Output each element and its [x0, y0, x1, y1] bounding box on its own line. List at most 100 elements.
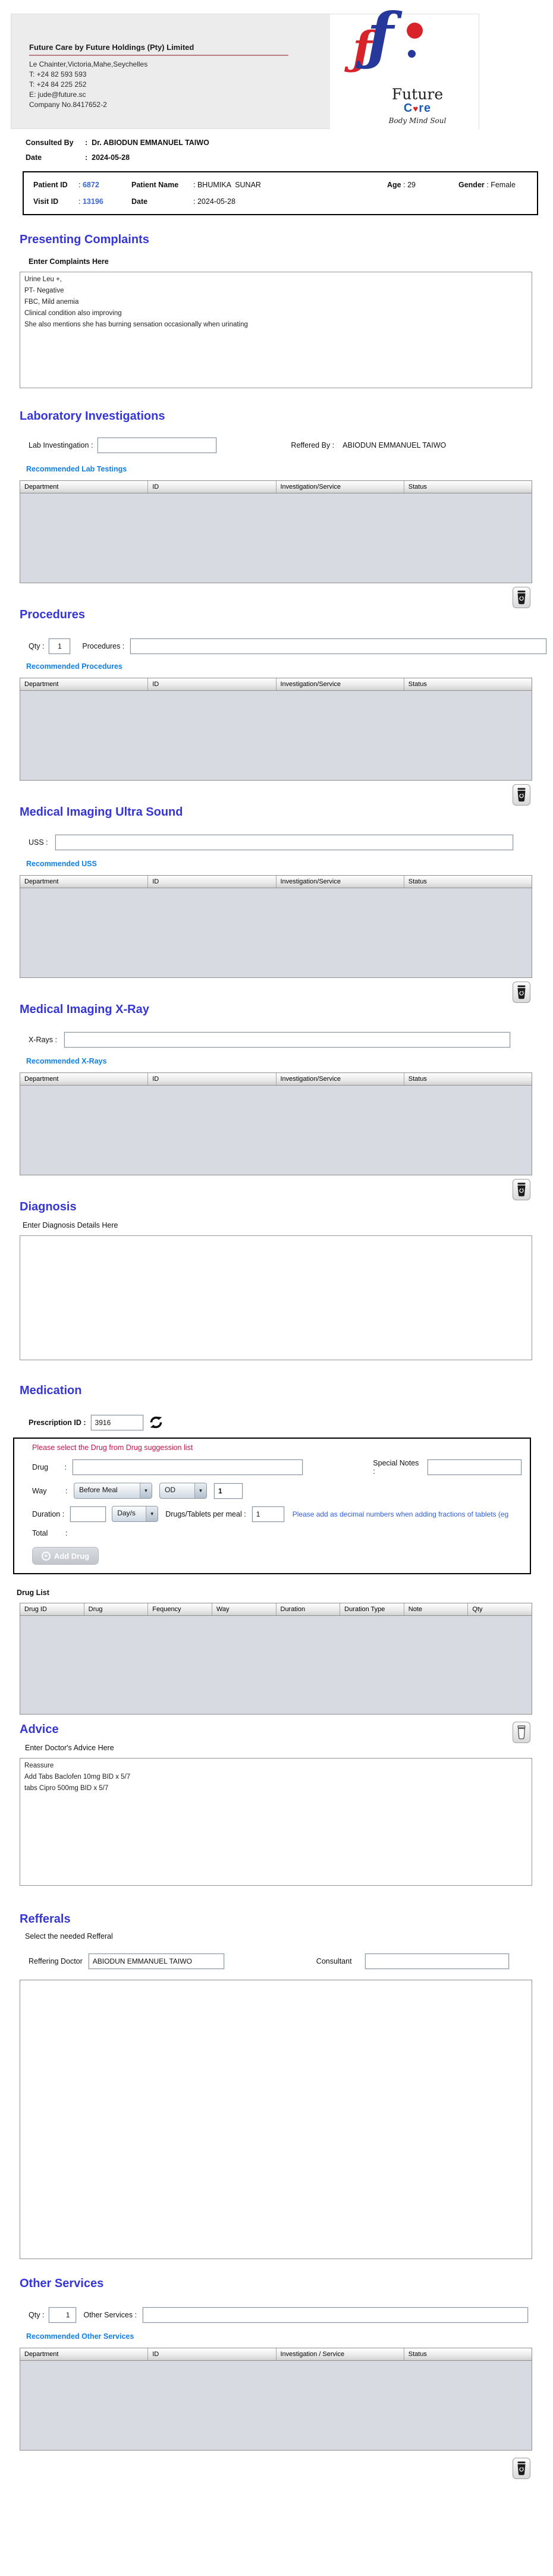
advice-textarea[interactable]: Reassure Add Tabs Baclofen 10mg BID x 5/… [20, 1758, 532, 1886]
drug-list-table-body [20, 1616, 532, 1714]
drug-input[interactable] [73, 1460, 303, 1475]
recommended-uss-link[interactable]: Recommended USS [26, 860, 553, 868]
delete-xray-button[interactable] [513, 1179, 530, 1200]
advice-title: Advice [20, 1723, 59, 1736]
prescription-id-input[interactable] [90, 1414, 143, 1430]
refresh-prescription-button[interactable] [148, 1414, 164, 1430]
column-header: ID [148, 876, 276, 888]
patient-name-field: Patient Name: BHUMIKA SUNAR [131, 181, 261, 189]
way-qty-input[interactable] [214, 1483, 243, 1499]
future-care-logo: ƒ ƒ Future C♥re Body Mind Soul [330, 0, 479, 130]
consulted-by-value: Dr. ABIODUN EMMANUEL TAIWO [92, 139, 209, 147]
procedures-input[interactable] [130, 639, 547, 654]
way-row: Way : Before Meal ▼ OD ▼ [24, 1483, 521, 1499]
other-services-qty-input[interactable] [49, 2307, 77, 2323]
referrals-label: Select the needed Refferal [25, 1932, 113, 1940]
referrals-title: Refferals [20, 1913, 71, 1926]
logo-red-dot-icon [407, 23, 423, 39]
column-header: ID [148, 678, 276, 690]
recommended-xray-link[interactable]: Recommended X-Rays [26, 1057, 553, 1065]
consult-date-label: Date [26, 153, 42, 162]
logo-word-future: Future [391, 86, 444, 103]
recommended-other-services-link[interactable]: Recommended Other Services [26, 2332, 553, 2341]
uss-row: USS : [29, 835, 553, 850]
patient-gender-value: Female [491, 181, 516, 189]
lab-table-body [20, 493, 532, 583]
uss-table-body [20, 888, 532, 977]
lab-investigation-input[interactable] [98, 438, 217, 453]
patient-id-value: 6872 [82, 181, 99, 189]
delete-procedures-button[interactable] [513, 784, 530, 806]
xray-input[interactable] [64, 1032, 510, 1048]
lab-investigation-row: Lab Investingation : Reffered By : ABIOD… [29, 438, 553, 453]
delete-drug-button[interactable] [513, 1722, 530, 1743]
add-drug-button[interactable]: + Add Drug [32, 1547, 99, 1565]
procedures-qty-label: Qty : [29, 642, 45, 650]
xray-table: Department ID Investigation/Service Status [20, 1072, 532, 1175]
presenting-complaints-title: Presenting Complaints [20, 233, 149, 246]
company-email: E: jude@future.sc [29, 90, 86, 99]
duration-input[interactable] [70, 1506, 106, 1522]
complaints-textarea[interactable]: Urine Leu +, PT- Negative FBC, Mild anem… [20, 272, 532, 388]
column-header: Department [20, 481, 149, 493]
drug-row: Drug : Special Notes : [24, 1459, 521, 1476]
column-header: Department [20, 2348, 149, 2360]
frequency-select[interactable]: OD ▼ [159, 1483, 207, 1499]
duration-row: Duration : Day/s ▼ Drugs/Tablets per meal… [24, 1506, 521, 1522]
medication-title: Medication [20, 1384, 82, 1397]
special-notes-input[interactable] [428, 1460, 521, 1475]
referral-list-box [20, 1980, 532, 2259]
company-header: Future Care by Future Holdings (Pty) Lim… [11, 0, 479, 130]
other-services-title: Other Services [20, 2277, 104, 2290]
company-name: Future Care by Future Holdings (Pty) Lim… [29, 43, 288, 56]
total-row: Total : [32, 1529, 68, 1537]
chevron-down-icon: ▼ [146, 1506, 158, 1521]
procedures-table: Department ID Investigation/Service Status [20, 678, 532, 781]
referring-doctor-input[interactable] [88, 1954, 224, 1969]
delete-lab-button[interactable] [513, 587, 530, 608]
column-header: Department [20, 1073, 149, 1085]
laboratory-title: Laboratory Investigations [20, 410, 165, 423]
column-header: Investigation / Service [276, 2348, 404, 2360]
patient-age-value: 29 [407, 181, 416, 189]
lab-investigation-label: Lab Investingation : [29, 441, 93, 449]
other-services-qty-label: Qty : [29, 2311, 45, 2319]
per-meal-input[interactable] [252, 1506, 284, 1522]
way-label: Way [32, 1486, 47, 1495]
consult-date-value: 2024-05-28 [92, 153, 130, 162]
column-header: Drug [84, 1603, 149, 1615]
column-header: ID [148, 1073, 276, 1085]
column-header: Way [212, 1603, 276, 1615]
column-header: Fequency [148, 1603, 212, 1615]
uss-input[interactable] [55, 835, 513, 850]
advice-label: Enter Doctor's Advice Here [25, 1744, 114, 1752]
plus-icon: + [41, 1551, 51, 1561]
duration-unit-select[interactable]: Day/s ▼ [112, 1506, 159, 1522]
diagnosis-textarea[interactable] [20, 1235, 532, 1360]
recommended-lab-link[interactable]: Recommended Lab Testings [26, 465, 553, 473]
recommended-procedures-link[interactable]: Recommended Procedures [26, 662, 553, 671]
other-services-input[interactable] [143, 2307, 529, 2323]
patient-id-field: Patient ID: 6872 [33, 181, 99, 189]
uss-label: USS : [29, 838, 48, 847]
company-phone-1: T: +24 82 593 593 [29, 70, 87, 78]
column-header: Investigation/Service [276, 1073, 404, 1085]
company-address: Le Chainter,Victoria,Mahe,Seychelles [29, 60, 148, 68]
lab-table: Department ID Investigation/Service Status [20, 480, 532, 583]
consultant-label: Consultant [316, 1957, 352, 1965]
delete-uss-button[interactable] [513, 982, 530, 1003]
column-header: ID [148, 2348, 276, 2360]
way-select[interactable]: Before Meal ▼ [74, 1483, 152, 1499]
logo-word-care: C♥re [403, 102, 432, 115]
visit-date-field: Date: 2024-05-28 [131, 197, 235, 206]
diagnosis-label: Enter Diagnosis Details Here [23, 1221, 118, 1229]
column-header: Duration [276, 1603, 341, 1615]
referring-doctor-row: Reffering Doctor Consultant [29, 1954, 553, 1969]
patient-name-value: BHUMIKA SUNAR [197, 181, 261, 189]
column-header: Status [404, 678, 532, 690]
logo-mark-icon: ƒ ƒ [351, 0, 429, 94]
delete-other-services-button[interactable] [513, 2458, 530, 2479]
consultant-input[interactable] [365, 1954, 509, 1969]
trash-outline-icon [517, 1725, 526, 1740]
procedures-qty-input[interactable] [49, 639, 71, 654]
